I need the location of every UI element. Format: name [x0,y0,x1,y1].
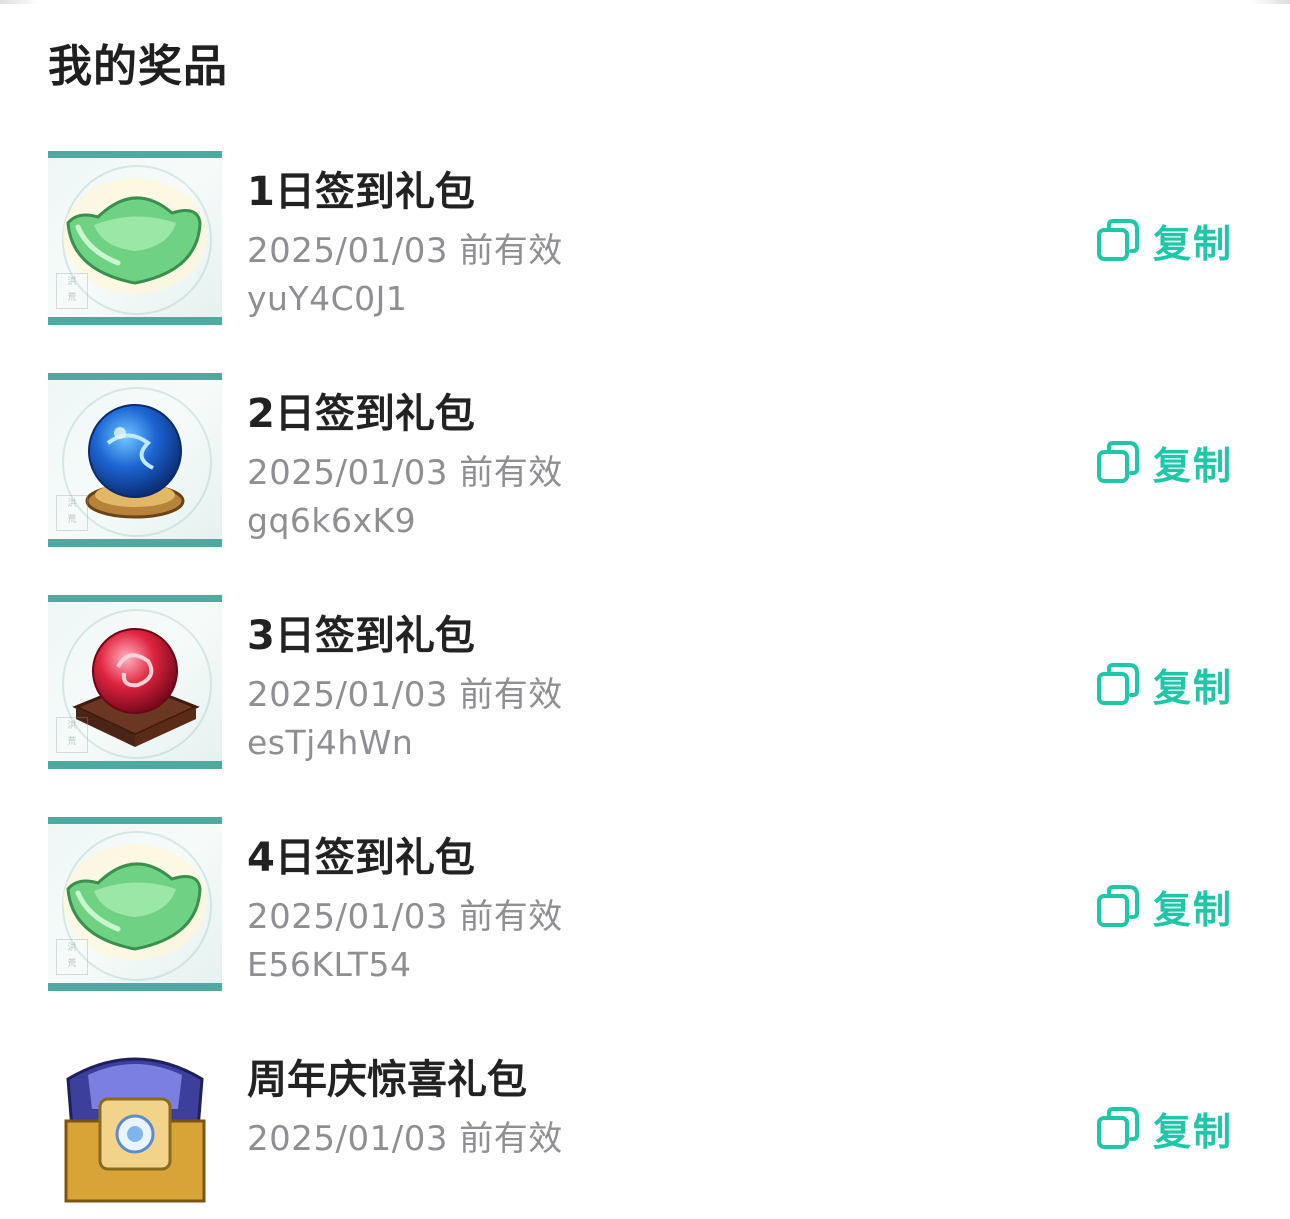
copy-icon [1097,663,1139,705]
prize-name: 3日签到礼包 [247,613,475,659]
copy-label: 复制 [1153,887,1234,932]
prize-expiry: 2025/01/03 前有效 [247,1119,563,1159]
prize-name: 周年庆惊喜礼包 [247,1057,527,1103]
page-title: 我的奖品 [48,41,228,92]
prize-item: 洪荒 1日签到礼包 2025/01/03 前有效 yuY4C0J1 复制 [0,151,1290,331]
blue-orb-icon: 洪荒 [48,373,222,547]
prize-code[interactable]: E56KLT54 [247,945,411,984]
red-orb-icon: 洪荒 [48,595,222,769]
copy-icon [1097,885,1139,927]
copy-button[interactable]: 复制 [1095,657,1245,711]
prize-name: 1日签到礼包 [247,169,475,215]
copy-label: 复制 [1153,1109,1234,1154]
prize-name: 4日签到礼包 [247,835,475,881]
copy-label: 复制 [1153,443,1234,488]
prize-expiry: 2025/01/03 前有效 [247,675,563,715]
prize-item: 洪荒 2日签到礼包 2025/01/03 前有效 gq6k6xK9 复制 [0,373,1290,553]
sheet-top-edge [0,0,1290,4]
treasure-chest-icon [48,1039,222,1213]
copy-button[interactable]: 复制 [1095,1101,1245,1155]
green-ingot-icon: 洪荒 [48,817,222,991]
copy-button[interactable]: 复制 [1095,435,1245,489]
copy-icon [1097,1107,1139,1149]
copy-button[interactable]: 复制 [1095,213,1245,267]
prize-item: 洪荒 3日签到礼包 2025/01/03 前有效 esTj4hWn 复制 [0,595,1290,775]
copy-icon [1097,441,1139,483]
copy-label: 复制 [1153,665,1234,710]
prize-item: 洪荒 4日签到礼包 2025/01/03 前有效 E56KLT54 复制 [0,817,1290,997]
prize-expiry: 2025/01/03 前有效 [247,897,563,937]
prize-item: 周年庆惊喜礼包 2025/01/03 前有效 复制 [0,1039,1290,1219]
prize-code[interactable]: gq6k6xK9 [247,501,416,540]
prize-name: 2日签到礼包 [247,391,475,437]
copy-button[interactable]: 复制 [1095,879,1245,933]
prize-expiry: 2025/01/03 前有效 [247,453,563,493]
prize-code[interactable]: yuY4C0J1 [247,279,407,318]
prize-code[interactable]: esTj4hWn [247,723,413,762]
copy-label: 复制 [1153,221,1234,266]
green-ingot-icon: 洪荒 [48,151,222,325]
prize-expiry: 2025/01/03 前有效 [247,231,563,271]
copy-icon [1097,219,1139,261]
